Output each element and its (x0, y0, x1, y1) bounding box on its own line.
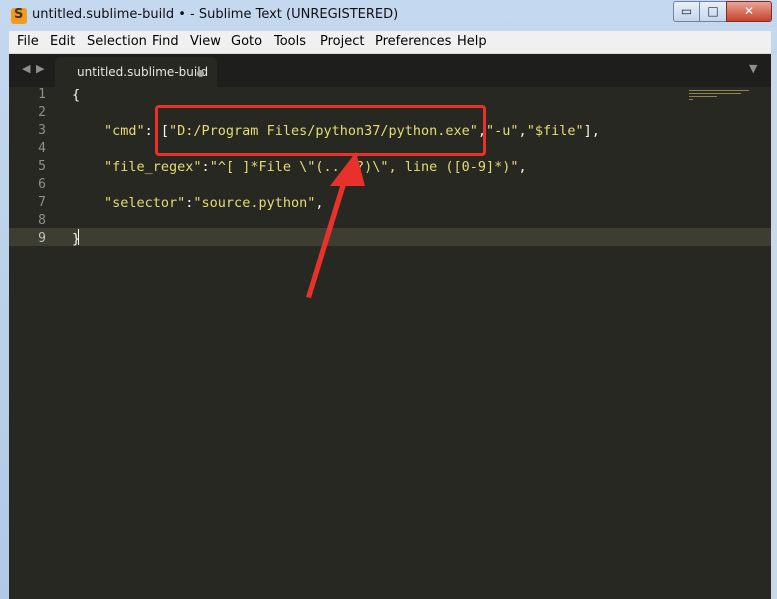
line-number: 2 (38, 105, 46, 120)
title-bar[interactable]: S untitled.sublime-build • - Sublime Tex… (0, 0, 777, 31)
menu-file[interactable]: File (17, 34, 39, 49)
unsaved-dot-icon[interactable] (197, 70, 204, 77)
line-number: 4 (38, 141, 46, 156)
text-cursor (78, 229, 79, 245)
tab-bar: ◀ ▶ untitled.sublime-build ▼ (9, 54, 771, 87)
tab-list-dropdown-icon[interactable]: ▼ (749, 62, 757, 75)
minimize-button[interactable]: ▭ (673, 1, 700, 22)
menu-project[interactable]: Project (320, 34, 364, 49)
line-number: 5 (38, 159, 46, 174)
window-title: untitled.sublime-build • - Sublime Text … (32, 7, 399, 22)
close-button[interactable]: ✕ (726, 1, 772, 22)
window-right-edge (771, 54, 777, 599)
menu-bar: File Edit Selection Find View Goto Tools… (9, 31, 771, 54)
line-number: 1 (38, 87, 46, 102)
line-number: 3 (38, 123, 46, 138)
menu-selection[interactable]: Selection (87, 34, 147, 49)
sublime-window: S untitled.sublime-build • - Sublime Tex… (0, 0, 777, 599)
tab-back-icon[interactable]: ◀ (22, 62, 30, 75)
code-line-7: "selector":"source.python", (104, 195, 324, 211)
code-line-1: { (72, 87, 81, 103)
minimap[interactable] (689, 88, 769, 148)
tab-label: untitled.sublime-build (77, 65, 209, 79)
menu-find[interactable]: Find (152, 34, 179, 49)
line-number: 7 (38, 195, 46, 210)
red-highlight-box (155, 105, 486, 156)
menu-edit[interactable]: Edit (50, 34, 75, 49)
line-number: 8 (38, 213, 46, 228)
line-number-active: 9 (38, 231, 46, 246)
sublime-app-icon: S (11, 7, 27, 24)
menu-preferences[interactable]: Preferences (375, 34, 451, 49)
code-line-5: "file_regex":"^[ ]*File \"(...*?)\", lin… (104, 159, 527, 175)
menu-goto[interactable]: Goto (231, 34, 262, 49)
tab-forward-icon[interactable]: ▶ (36, 62, 44, 75)
code-text[interactable]: { "cmd": ["D:/Program Files/python37/pyt… (72, 87, 712, 599)
tab-untitled-sublime-build[interactable]: untitled.sublime-build (55, 57, 217, 87)
menu-tools[interactable]: Tools (274, 34, 306, 49)
line-number-gutter: 1 2 3 4 5 6 7 8 9 (9, 87, 54, 599)
maximize-button[interactable]: □ (699, 1, 727, 22)
menu-view[interactable]: View (190, 34, 221, 49)
line-number: 6 (38, 177, 46, 192)
menu-help[interactable]: Help (457, 34, 487, 49)
